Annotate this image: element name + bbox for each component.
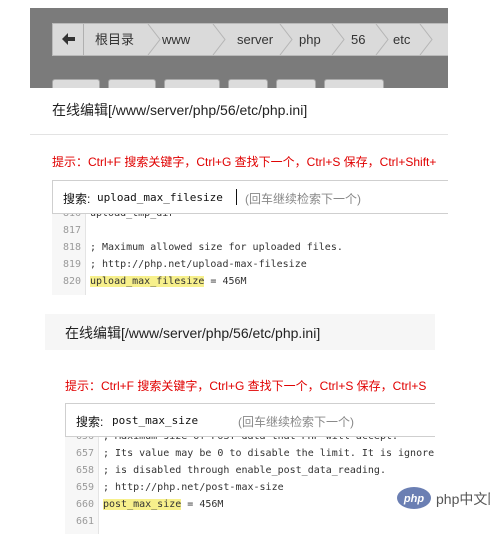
code-text: ; http://php.net/post-max-size xyxy=(103,482,284,493)
dialog-title: 在线编辑[/www/server/php/56/etc/php.ini] xyxy=(65,325,321,341)
code-text: upload_tmp_dir xyxy=(90,214,174,222)
svg-text:php: php xyxy=(403,493,424,505)
search-input[interactable]: post_max_size xyxy=(112,414,198,427)
search-label: 搜索: xyxy=(76,415,104,429)
breadcrumb-item-root[interactable]: 根目录 xyxy=(95,24,134,55)
php-logo-icon: php xyxy=(397,487,431,509)
line-number: 818 xyxy=(62,242,81,253)
dialog-title: 在线编辑[/www/server/php/56/etc/php.ini] xyxy=(52,102,308,118)
line-number: 657 xyxy=(75,448,94,459)
code-text: post_max_size = 456M xyxy=(103,496,223,513)
line-number: 659 xyxy=(75,482,94,493)
breadcrumb-item-php[interactable]: php xyxy=(299,24,321,55)
breadcrumb-separator xyxy=(279,24,293,55)
code-text: ; Maximum size of POST data that PHP wil… xyxy=(103,437,398,445)
breadcrumb-item-server[interactable]: server xyxy=(237,24,273,55)
line-number: 661 xyxy=(75,516,94,527)
search-bar: 搜索: upload_max_filesize (回车继续检索下一个) xyxy=(52,180,448,214)
line-number: 817 xyxy=(62,225,81,236)
online-editor-dialog-2: 在线编辑[/www/server/php/56/etc/php.ini] 提示：… xyxy=(45,314,435,534)
arrow-left-icon xyxy=(62,33,75,45)
breadcrumb-separator xyxy=(375,24,389,55)
search-label: 搜索: xyxy=(63,192,91,206)
breadcrumb-separator xyxy=(147,24,161,55)
code-line: 817 xyxy=(52,222,448,239)
text-caret xyxy=(236,189,237,205)
code-editor[interactable]: 656 ; Maximum size of POST data that PHP… xyxy=(65,437,435,534)
code-line: 658 ; is disabled through enable_post_da… xyxy=(65,462,435,479)
line-number: 819 xyxy=(62,259,81,270)
code-text: ; is disabled through enable_post_data_r… xyxy=(103,465,386,476)
search-hint: (回车继续检索下一个) xyxy=(245,192,361,206)
breadcrumb-item-56[interactable]: 56 xyxy=(351,24,365,55)
code-line: 816 upload_tmp_dir xyxy=(52,214,448,222)
code-value: = 456M xyxy=(181,499,224,510)
file-manager-toolbar-overlay: 根目录 www server php 56 etc xyxy=(30,8,448,96)
back-button[interactable] xyxy=(53,24,84,55)
breadcrumb: 根目录 www server php 56 etc xyxy=(52,23,448,56)
code-text: ; Maximum allowed size for uploaded file… xyxy=(90,242,343,253)
code-text: upload_max_filesize = 456M xyxy=(90,273,247,290)
code-line: 818 ; Maximum allowed size for uploaded … xyxy=(52,239,448,256)
code-text: ; http://php.net/upload-max-filesize xyxy=(90,259,307,270)
watermark-text: php中文网 xyxy=(436,491,490,507)
shortcut-tip: 提示：Ctrl+F 搜索关键字，Ctrl+G 查找下一个，Ctrl+S 保存，C… xyxy=(65,379,427,393)
line-number: 658 xyxy=(75,465,94,476)
code-line: 657 ; Its value may be 0 to disable the … xyxy=(65,445,435,462)
breadcrumb-separator xyxy=(331,24,345,55)
code-line: 656 ; Maximum size of POST data that PHP… xyxy=(65,437,435,445)
breadcrumb-item-www[interactable]: www xyxy=(162,24,190,55)
search-hint: (回车继续检索下一个) xyxy=(238,415,354,429)
search-input[interactable]: upload_max_filesize xyxy=(97,191,223,204)
online-editor-dialog: 在线编辑[/www/server/php/56/etc/php.ini] 提示：… xyxy=(30,88,448,295)
code-text: ; Its value may be 0 to disable the limi… xyxy=(103,448,435,459)
code-line: 661 xyxy=(65,513,435,530)
line-number: 660 xyxy=(75,499,94,510)
line-number: 816 xyxy=(52,214,81,222)
search-match-highlight: upload_max_filesize xyxy=(90,276,205,287)
code-line: 820 upload_max_filesize = 456M xyxy=(52,273,448,290)
line-number: 656 xyxy=(65,437,94,445)
line-number: 820 xyxy=(62,276,81,287)
search-bar: 搜索: post_max_size (回车继续检索下一个) xyxy=(65,403,435,437)
breadcrumb-separator xyxy=(212,24,226,55)
code-value: = 456M xyxy=(204,276,247,287)
breadcrumb-item-etc[interactable]: etc xyxy=(393,24,410,55)
shortcut-tip: 提示：Ctrl+F 搜索关键字，Ctrl+G 查找下一个，Ctrl+S 保存，C… xyxy=(52,155,437,169)
code-editor[interactable]: 816 upload_tmp_dir 817 818 ; Maximum all… xyxy=(52,214,448,295)
code-line: 659 ; http://php.net/post-max-size xyxy=(65,479,435,496)
divider xyxy=(30,134,448,135)
search-match-highlight: post_max_size xyxy=(103,499,182,510)
code-line: 660 post_max_size = 456M xyxy=(65,496,435,513)
code-line: 819 ; http://php.net/upload-max-filesize xyxy=(52,256,448,273)
breadcrumb-separator xyxy=(419,24,433,55)
